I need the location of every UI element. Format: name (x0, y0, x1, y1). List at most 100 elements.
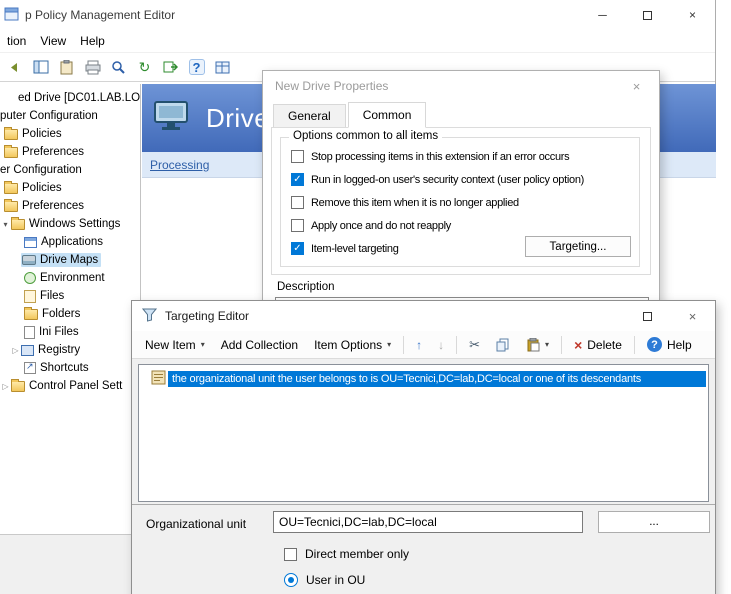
expand-icon[interactable]: ▷ (10, 346, 21, 355)
window-title: p Policy Management Editor (25, 8, 175, 22)
tree-item-drive-maps[interactable]: Drive Maps (0, 251, 140, 269)
clipboard-button[interactable] (55, 56, 78, 79)
menu-item-help[interactable]: Help (73, 30, 112, 52)
menu-item-view[interactable]: View (33, 30, 73, 52)
help-button[interactable]: ? (185, 56, 208, 79)
drive-maps-header-icon (152, 99, 194, 138)
option-stop-processing[interactable]: Stop processing items in this extension … (291, 150, 569, 163)
selected-tree-highlight: Drive Maps (21, 253, 101, 267)
targeting-item-list[interactable]: the organizational unit the user belongs… (138, 364, 709, 502)
cut-button[interactable]: ✂ (462, 334, 487, 356)
add-collection-button[interactable]: Add Collection (214, 335, 305, 355)
stop-processing-checkbox[interactable] (291, 150, 304, 163)
group-box-title: Options common to all items (289, 130, 442, 142)
tree-item-ini-files[interactable]: Ini Files (0, 323, 140, 341)
back-button[interactable] (3, 56, 26, 79)
extended-view-icon (215, 61, 230, 74)
new-item-button[interactable]: New Item ▾ (138, 335, 212, 355)
tab-common[interactable]: Common (348, 102, 427, 128)
delete-button[interactable]: × Delete (567, 335, 629, 355)
close-button[interactable]: × (670, 301, 715, 331)
files-icon (24, 290, 36, 303)
tree-item-registry[interactable]: ▷ Registry (0, 341, 140, 359)
refresh-button[interactable]: ↻ (133, 56, 156, 79)
tree-item-control-panel-settings[interactable]: ▷ Control Panel Sett (0, 377, 140, 395)
folder-icon (4, 147, 18, 158)
item-options-button[interactable]: Item Options ▾ (307, 335, 398, 355)
folder-icon (11, 381, 25, 392)
copy-icon (496, 338, 510, 352)
option-label: Remove this item when it is no longer ap… (311, 197, 519, 209)
tree-item-files[interactable]: Files (0, 287, 140, 305)
tree-item-shortcuts[interactable]: Shortcuts (0, 359, 140, 377)
close-button[interactable]: × (614, 71, 659, 101)
option-run-user-context[interactable]: Run in logged-on user's security context… (291, 173, 584, 186)
menu-item-action[interactable]: tion (0, 30, 33, 52)
processing-column-link[interactable]: Processing (150, 158, 209, 172)
export-list-icon (163, 60, 178, 74)
search-button[interactable] (107, 56, 130, 79)
targeting-titlebar: Targeting Editor × (132, 301, 715, 331)
tree-item-label: Preferences (22, 146, 84, 158)
tree-item-environment[interactable]: Environment (0, 269, 140, 287)
tree-item-mapped-drive[interactable]: ed Drive [DC01.LAB.LOCA (0, 89, 140, 107)
copy-button[interactable] (489, 335, 517, 355)
toolbar-separator (403, 336, 404, 354)
maximize-icon (643, 11, 652, 20)
item-editor-panel: Organizational unit ... Direct member on… (132, 505, 715, 594)
option-remove-item[interactable]: Remove this item when it is no longer ap… (291, 196, 519, 209)
option-item-level-targeting[interactable]: Item-level targeting (291, 242, 399, 255)
print-icon (85, 60, 101, 75)
properties-titlebar: New Drive Properties × (263, 71, 659, 101)
move-down-button[interactable]: ↓ (431, 335, 451, 355)
tree-item-applications[interactable]: Applications (0, 233, 140, 251)
tree-item-policies-computer[interactable]: Policies (0, 125, 140, 143)
tree-item-label: Ini Files (39, 326, 79, 338)
paste-icon (526, 338, 540, 352)
move-up-button[interactable]: ↑ (409, 335, 429, 355)
run-user-context-checkbox[interactable] (291, 173, 304, 186)
user-in-ou-radio[interactable] (284, 573, 298, 587)
apply-once-checkbox[interactable] (291, 219, 304, 232)
item-level-targeting-checkbox[interactable] (291, 242, 304, 255)
tree-item-label: Windows Settings (29, 218, 120, 230)
tree-item-computer-configuration[interactable]: puter Configuration (0, 107, 140, 125)
search-icon (111, 60, 126, 75)
direct-member-row[interactable]: Direct member only (284, 547, 409, 561)
help-button[interactable]: ? Help (640, 334, 699, 355)
minimize-button[interactable]: ─ (580, 0, 625, 30)
expand-icon[interactable]: ▷ (0, 382, 11, 391)
targeting-dialog-title: Targeting Editor (165, 309, 249, 323)
maximize-button[interactable] (625, 301, 670, 331)
option-apply-once[interactable]: Apply once and do not reapply (291, 219, 451, 232)
direct-member-checkbox[interactable] (284, 548, 297, 561)
item-options-label: Item Options (314, 338, 382, 352)
collapse-icon[interactable]: ▾ (0, 220, 11, 229)
close-button[interactable]: × (670, 0, 715, 30)
tab-general[interactable]: General (273, 104, 346, 128)
folder-icon (11, 219, 25, 230)
browse-button[interactable]: ... (598, 511, 710, 533)
tree-item-preferences-computer[interactable]: Preferences (0, 143, 140, 161)
extended-view-button[interactable] (211, 56, 234, 79)
tree-item-windows-settings[interactable]: ▾ Windows Settings (0, 215, 140, 233)
tree-item-policies-user[interactable]: Policies (0, 179, 140, 197)
user-in-ou-row[interactable]: User in OU (284, 573, 365, 587)
targeting-toolbar: New Item ▾ Add Collection Item Options ▾… (132, 331, 715, 359)
clipboard-icon (60, 60, 73, 75)
tree-item-preferences-user[interactable]: Preferences (0, 197, 140, 215)
toolbar-separator (456, 336, 457, 354)
organizational-unit-input[interactable] (273, 511, 583, 533)
document-icon (24, 326, 35, 339)
tree-item-label: Applications (41, 236, 103, 248)
print-button[interactable] (81, 56, 104, 79)
console-tree-button[interactable] (29, 56, 52, 79)
targeting-button[interactable]: Targeting... (525, 236, 631, 257)
export-list-button[interactable] (159, 56, 182, 79)
tree-item-folders[interactable]: Folders (0, 305, 140, 323)
targeting-rule-item[interactable]: the organizational unit the user belongs… (139, 370, 708, 388)
tree-item-user-configuration[interactable]: er Configuration (0, 161, 140, 179)
paste-button[interactable]: ▾ (519, 335, 556, 355)
maximize-button[interactable] (625, 0, 670, 30)
remove-item-checkbox[interactable] (291, 196, 304, 209)
